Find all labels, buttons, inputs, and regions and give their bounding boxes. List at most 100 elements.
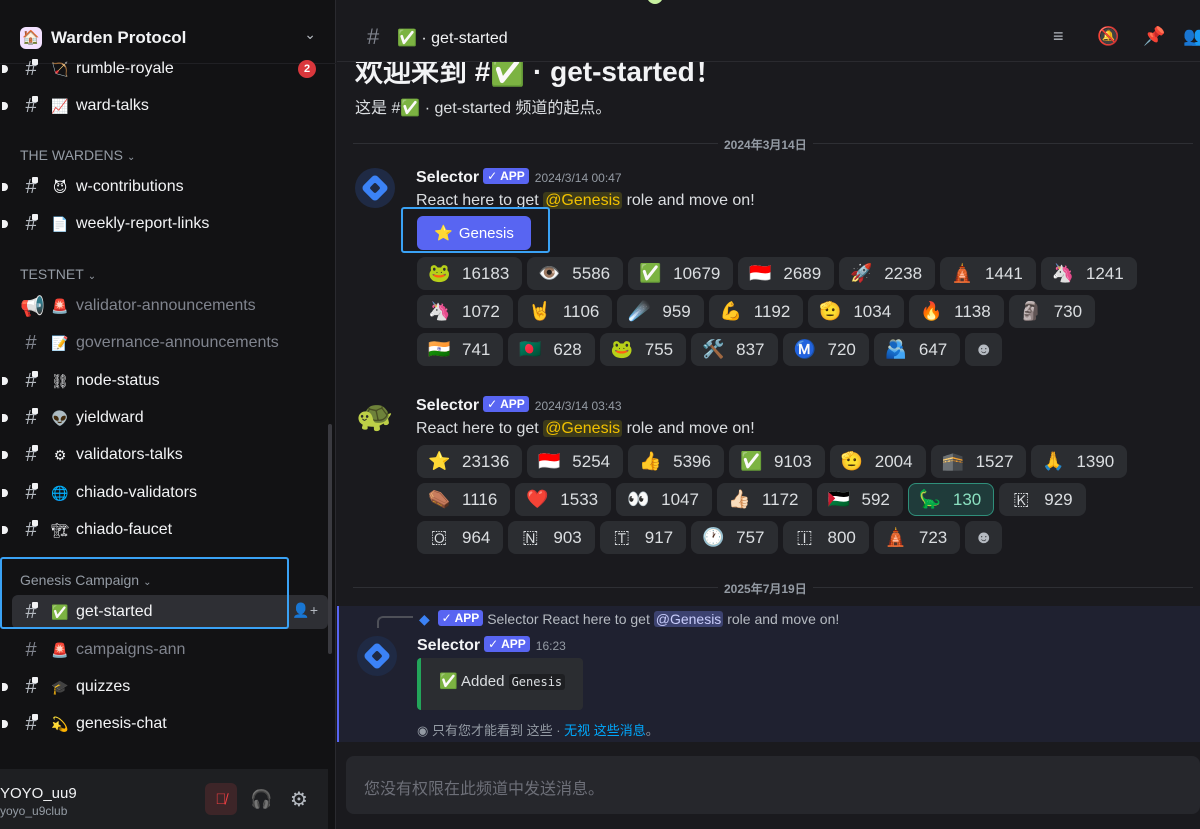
sidebar-scrollbar[interactable] bbox=[328, 424, 332, 654]
reaction-chip[interactable]: 🦕 130 bbox=[907, 483, 995, 516]
channel-genesis-chat[interactable]: # 💫 genesis-chat bbox=[0, 707, 330, 741]
pin-icon[interactable]: 📌 bbox=[1143, 26, 1165, 47]
add-reaction-button[interactable]: ☻ bbox=[965, 521, 1003, 554]
reaction-chip[interactable]: 🤘 1106 bbox=[517, 295, 613, 328]
reaction-chip[interactable]: ⚰️ 1116 bbox=[417, 483, 511, 516]
reaction-chip[interactable]: 🫡 2004 bbox=[829, 445, 926, 478]
gear-icon[interactable]: ⚙ bbox=[290, 787, 308, 812]
selector-avatar[interactable] bbox=[357, 636, 397, 676]
headset-icon[interactable]: 🎧 bbox=[250, 789, 272, 810]
reaction-chip[interactable]: 🦄 1072 bbox=[417, 295, 513, 328]
app-tag: ✓ APP bbox=[484, 636, 530, 652]
reaction-chip[interactable]: 👀 1047 bbox=[616, 483, 712, 516]
reaction-chip[interactable]: 🛕 723 bbox=[873, 521, 961, 554]
reaction-chip[interactable]: 🇳 903 bbox=[508, 521, 595, 554]
reaction-chip[interactable]: ❤️ 1533 bbox=[515, 483, 612, 516]
reaction-chip[interactable]: ☄️ 959 bbox=[617, 295, 704, 328]
channel-w-contributions[interactable]: # 😈 w-contributions bbox=[0, 170, 330, 204]
reaction-chip[interactable]: 🚀 2238 bbox=[839, 257, 936, 290]
message-composer[interactable]: 您没有权限在此频道中发送消息。 bbox=[346, 756, 1200, 814]
role-mention[interactable]: @Genesis bbox=[653, 611, 724, 627]
app-tag: ✓ APP bbox=[483, 168, 529, 184]
author-name[interactable]: Selector bbox=[416, 169, 479, 186]
add-reaction-button[interactable]: ☻ bbox=[965, 333, 1003, 366]
reaction-chip[interactable]: 🦄 1241 bbox=[1040, 257, 1137, 290]
add-user-icon[interactable]: 👤+ bbox=[292, 602, 318, 619]
reaction-chip[interactable]: ✅ 10679 bbox=[628, 257, 734, 290]
reaction-chip[interactable]: ⭐ 23136 bbox=[417, 445, 523, 478]
reaction-chip[interactable]: 🇵🇸 592 bbox=[816, 483, 903, 516]
channel-chiado-validators[interactable]: # 🌐 chiado-validators bbox=[0, 476, 330, 510]
reaction-count: 917 bbox=[644, 527, 674, 547]
role-mention[interactable]: @Genesis bbox=[543, 192, 623, 209]
reaction-chip[interactable]: 💪 1192 bbox=[708, 295, 804, 328]
channel-chiado-faucet[interactable]: # 🏗 chiado-faucet bbox=[0, 513, 330, 547]
reaction-chip[interactable]: 🇮🇩 5254 bbox=[527, 445, 624, 478]
turtle-avatar[interactable]: 🐢 bbox=[355, 396, 395, 436]
dismiss-link[interactable]: 无视 这些消息 bbox=[564, 723, 646, 738]
selector-avatar[interactable] bbox=[355, 168, 395, 208]
reaction-emoji-icon: 👀 bbox=[627, 489, 650, 509]
reaction-chip[interactable]: Ⓜ️ 720 bbox=[782, 333, 869, 366]
channel-node-status[interactable]: # ⛓ node-status bbox=[0, 364, 330, 398]
unread-dot bbox=[2, 451, 8, 459]
reaction-chip[interactable]: 🛕 1441 bbox=[940, 257, 1036, 290]
reaction-chip[interactable]: 🛠️ 837 bbox=[691, 333, 778, 366]
channel-rumble-royale[interactable]: # 🏹 rumble-royale 2 bbox=[0, 52, 330, 86]
reaction-chip[interactable]: 🇧🇩 628 bbox=[508, 333, 595, 366]
reaction-chip[interactable]: 🇮🇳 741 bbox=[417, 333, 504, 366]
author-name[interactable]: Selector bbox=[417, 637, 480, 654]
reaction-chip[interactable]: 🫡 1034 bbox=[808, 295, 905, 328]
message-text-before: React here to get bbox=[416, 420, 544, 437]
reaction-chip[interactable]: 👍 5396 bbox=[628, 445, 724, 478]
reaction-chip[interactable]: ✅ 9103 bbox=[728, 445, 825, 478]
reaction-chip[interactable]: 👍🏻 1172 bbox=[716, 483, 812, 516]
notification-muted-icon[interactable]: 🔕 bbox=[1097, 26, 1119, 47]
reaction-emoji-icon: ⭐ bbox=[428, 451, 451, 471]
reaction-chip[interactable]: 🙏 1390 bbox=[1031, 445, 1128, 478]
reply-preview[interactable]: ◆ ✓ APP Selector React here to get @Gene… bbox=[419, 610, 839, 628]
user-name[interactable]: YOYO_uu9 bbox=[0, 785, 77, 802]
reaction-chip[interactable]: 🇹 917 bbox=[599, 521, 687, 554]
reaction-chip[interactable]: 🐸 755 bbox=[599, 333, 687, 366]
mic-muted-icon[interactable]: 🎙̸ bbox=[205, 783, 237, 815]
channel-validator-announcements[interactable]: 📢 🚨 validator-announcements bbox=[0, 289, 330, 323]
channel-quizzes[interactable]: # 🎓 quizzes bbox=[0, 670, 330, 704]
reaction-chip[interactable]: 👁️ 5586 bbox=[527, 257, 624, 290]
reaction-chip[interactable]: 🇮 800 bbox=[782, 521, 869, 554]
hash-icon: # bbox=[25, 57, 37, 80]
reaction-emoji-icon: 🇮 bbox=[796, 527, 813, 547]
channel-emoji: 🏗 bbox=[51, 521, 69, 538]
hash-icon: # bbox=[25, 712, 37, 735]
channel-governance-announcements[interactable]: # 📝 governance-announcements bbox=[0, 326, 330, 360]
channel-weekly-report-links[interactable]: # 📄 weekly-report-links bbox=[0, 207, 330, 241]
channel-campaigns-ann[interactable]: # 🚨 campaigns-ann bbox=[0, 633, 330, 667]
role-mention[interactable]: @Genesis bbox=[543, 420, 623, 437]
thread-marker-icon bbox=[32, 371, 38, 377]
channel-ward-talks[interactable]: # 📈 ward-talks bbox=[0, 89, 330, 123]
category-testnet[interactable]: TESTNET ⌄ bbox=[20, 266, 96, 282]
channel-emoji: 😈 bbox=[52, 178, 68, 195]
reaction-chip[interactable]: 🐸 16183 bbox=[417, 257, 523, 290]
hash-icon: # bbox=[25, 94, 37, 117]
threads-icon[interactable]: ≡ bbox=[1053, 26, 1064, 47]
reaction-chip[interactable]: 🇰 929 bbox=[999, 483, 1086, 516]
unread-dot bbox=[2, 377, 8, 385]
reaction-chip[interactable]: 🇴 964 bbox=[417, 521, 504, 554]
author-name[interactable]: Selector bbox=[416, 397, 479, 414]
reaction-chip[interactable]: 🕐 757 bbox=[691, 521, 778, 554]
reaction-chip[interactable]: 🗿 730 bbox=[1008, 295, 1096, 328]
channel-yieldward[interactable]: # 👽 yieldward bbox=[0, 401, 330, 435]
reaction-chip[interactable]: 🫂 647 bbox=[873, 333, 961, 366]
reaction-chip[interactable]: 🔥 1138 bbox=[909, 295, 1004, 328]
reaction-emoji-icon: 🇴 bbox=[431, 527, 447, 547]
message-header: Selector ✓ APP 16:23 bbox=[417, 636, 566, 655]
reaction-emoji-icon: 🦕 bbox=[918, 489, 942, 509]
channel-validators-talks[interactable]: # ⚙ validators-talks bbox=[0, 438, 330, 472]
reaction-count: 837 bbox=[736, 339, 765, 359]
reaction-chip[interactable]: 🇮🇩 2689 bbox=[738, 257, 835, 290]
member-list-icon[interactable]: 👥 bbox=[1183, 26, 1200, 47]
category-the-wardens[interactable]: THE WARDENS ⌄ bbox=[20, 147, 135, 163]
reaction-chip[interactable]: 🕋 1527 bbox=[930, 445, 1027, 478]
reaction-count: 1106 bbox=[562, 301, 600, 321]
